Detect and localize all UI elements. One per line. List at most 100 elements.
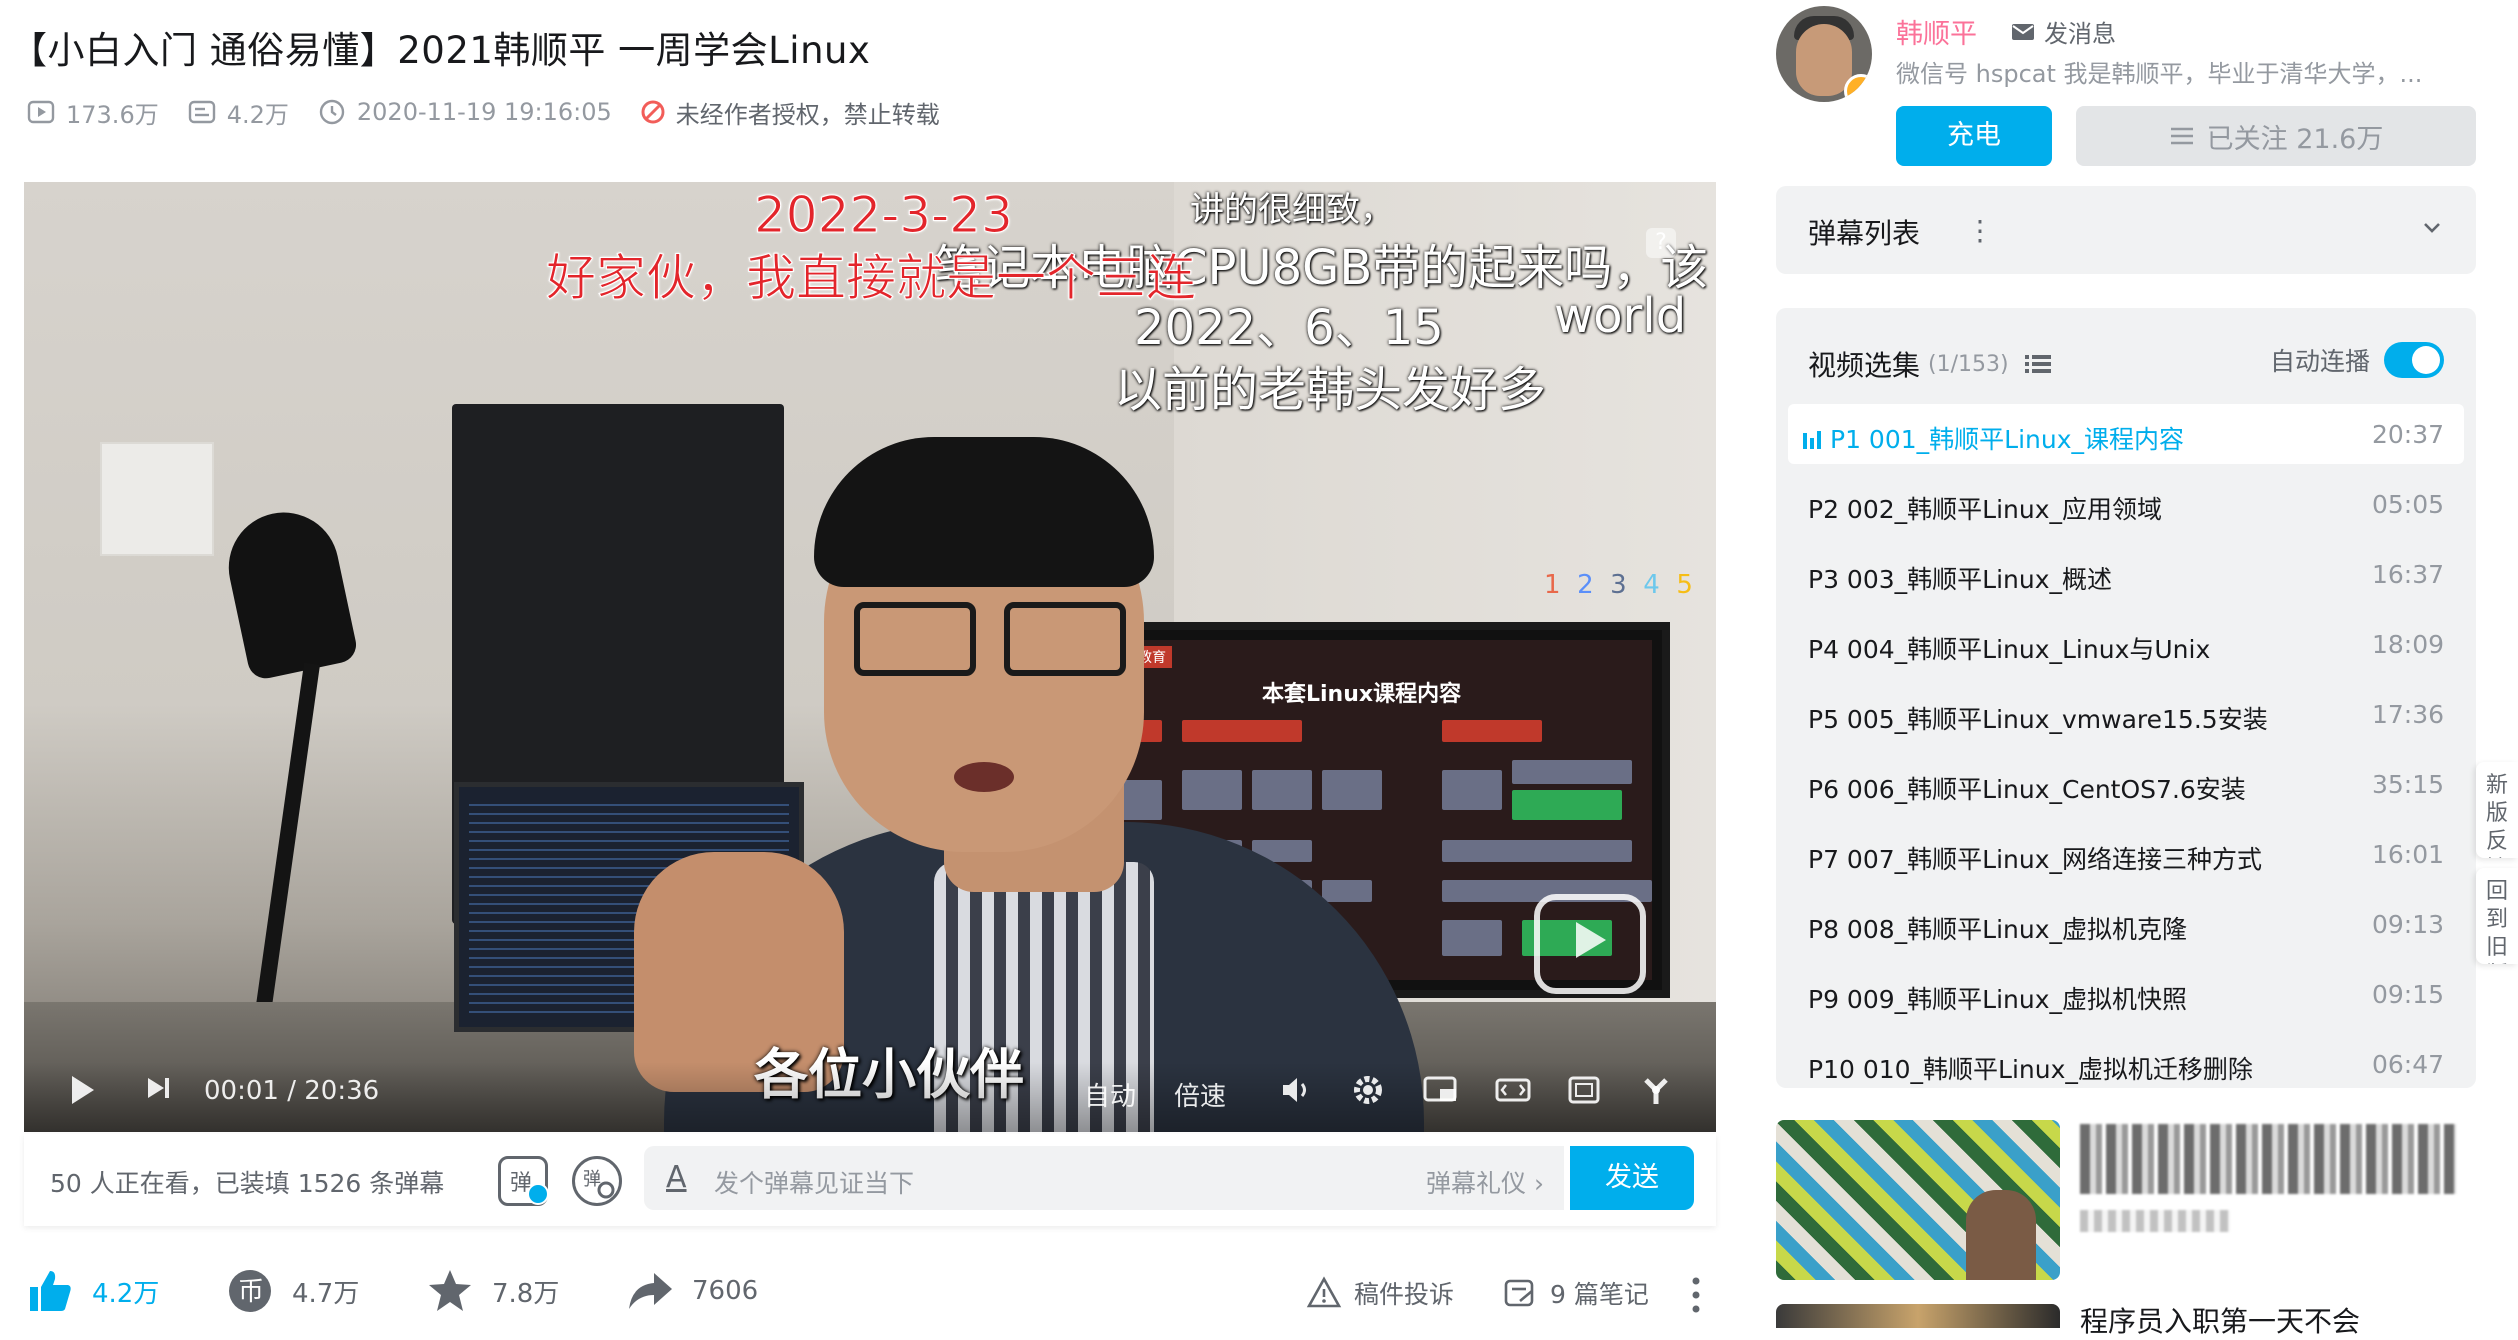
episode-item[interactable]: P9 009_韩顺平Linux_虚拟机快照 09:15 bbox=[1788, 964, 2464, 1024]
danmaku-settings-icon: 弹 bbox=[583, 1169, 615, 1199]
episode-item[interactable]: P2 002_韩顺平Linux_应用领域 05:05 bbox=[1788, 474, 2464, 534]
volume-button[interactable] bbox=[1278, 1072, 1314, 1108]
danmaku-item: 好家伙，我直接就是一个三连 bbox=[546, 249, 1197, 308]
time-current: 00:01 bbox=[204, 1076, 279, 1106]
number-strip: 1 2 3 4 5 bbox=[1544, 570, 1693, 600]
forbidden-icon bbox=[641, 100, 665, 124]
episode-item[interactable]: P7 007_韩顺平Linux_网络连接三种方式 16:01 bbox=[1788, 824, 2464, 884]
old-version-tab[interactable]: 回到旧版 bbox=[2476, 868, 2518, 964]
episode-item[interactable]: P6 006_韩顺平Linux_CentOS7.6安装 35:15 bbox=[1788, 754, 2464, 814]
clock-icon bbox=[319, 99, 345, 125]
font-style-icon[interactable]: A bbox=[666, 1160, 687, 1195]
danmaku-placeholder: 发个弹幕见证当下 bbox=[714, 1169, 915, 1198]
episode-item[interactable]: P4 004_韩顺平Linux_Linux与Unix 18:09 bbox=[1788, 614, 2464, 674]
presenter-glasses bbox=[854, 602, 1126, 676]
coin-count: 4.7万 bbox=[292, 1278, 360, 1309]
share-count: 7606 bbox=[692, 1276, 759, 1306]
auto-quality-button[interactable]: 自动 bbox=[1084, 1076, 1136, 1113]
svg-text:币: 币 bbox=[238, 1277, 264, 1307]
report-label: 稿件投诉 bbox=[1354, 1280, 1455, 1309]
uploader-description: 微信号 hspcat 我是韩顺平，毕业于清华大学，... bbox=[1896, 60, 2423, 88]
play-button[interactable] bbox=[64, 1072, 100, 1108]
settings-button[interactable] bbox=[1350, 1072, 1386, 1108]
coin-button[interactable]: 币 4.7万 bbox=[226, 1267, 359, 1315]
mail-icon bbox=[2012, 23, 2034, 40]
time-total: 20:36 bbox=[304, 1076, 380, 1106]
chevron-down-icon[interactable] bbox=[2418, 214, 2446, 242]
more-options-button[interactable] bbox=[1690, 1275, 1702, 1315]
lightning-badge-icon: ⚡ bbox=[1844, 74, 1872, 102]
widescreen-icon bbox=[1495, 1078, 1531, 1102]
recommend-title-blurred[interactable] bbox=[2080, 1124, 2456, 1194]
video-title: 【小白入门 通俗易懂】2021韩顺平 一周学会Linux bbox=[10, 29, 871, 72]
charge-button[interactable]: 充电 bbox=[1896, 106, 2052, 166]
copyright-notice: 未经作者授权，禁止转载 bbox=[640, 95, 940, 130]
danmaku-list-title: 弹幕列表 bbox=[1808, 217, 1921, 250]
danmaku-toggle[interactable]: 弹 bbox=[498, 1156, 549, 1206]
episode-item[interactable]: P10 010_韩顺平Linux_虚拟机迁移删除 06:47 bbox=[1788, 1034, 2464, 1088]
episode-list-header: 视频选集 (1/153) bbox=[1808, 344, 2053, 384]
star-icon bbox=[429, 1270, 471, 1311]
feedback-tab[interactable]: 新版反馈 bbox=[2476, 762, 2518, 858]
danmaku-etiquette-link[interactable]: 弹幕礼仪 › bbox=[1426, 1164, 1544, 1200]
send-button[interactable]: 发送 bbox=[1570, 1146, 1694, 1210]
favorite-count: 7.8万 bbox=[492, 1278, 560, 1309]
web-fullscreen-button[interactable] bbox=[1566, 1072, 1602, 1108]
send-message-link[interactable]: 发消息 bbox=[2010, 14, 2116, 49]
uploader-avatar[interactable]: ⚡ bbox=[1776, 6, 1872, 102]
speed-button[interactable]: 倍速 bbox=[1174, 1076, 1226, 1113]
list-view-icon[interactable] bbox=[2023, 351, 2053, 377]
recommend-thumbnail[interactable] bbox=[1776, 1304, 2060, 1328]
note-icon bbox=[1504, 1279, 1534, 1307]
episode-item[interactable]: P8 008_韩顺平Linux_虚拟机克隆 09:13 bbox=[1788, 894, 2464, 954]
danmaku-list-panel[interactable]: 弹幕列表 ⋮ bbox=[1776, 186, 2476, 274]
widescreen-button[interactable] bbox=[1494, 1072, 1532, 1108]
autoplay-switch[interactable] bbox=[2384, 342, 2444, 378]
episode-item[interactable]: P1 001_韩顺平Linux_课程内容 20:37 bbox=[1788, 404, 2464, 464]
more-vertical-icon bbox=[1692, 1277, 1700, 1313]
publish-time: 2020-11-19 19:16:05 bbox=[317, 97, 612, 127]
follow-button[interactable]: 已关注 21.6万 bbox=[2076, 106, 2476, 166]
fullscreen-button[interactable] bbox=[1638, 1072, 1674, 1108]
episode-list-title: 视频选集 bbox=[1808, 349, 1921, 382]
autoplay-toggle[interactable]: 自动连播 bbox=[2270, 342, 2444, 378]
check-icon bbox=[527, 1183, 549, 1205]
video-meta: 173.6万 4.2万 2020-11-19 19:16:05 未经作者授权，禁… bbox=[26, 92, 968, 132]
share-button[interactable]: 7606 bbox=[626, 1267, 758, 1315]
like-button[interactable]: 4.2万 bbox=[26, 1267, 159, 1315]
report-button[interactable]: 稿件投诉 bbox=[1306, 1275, 1454, 1311]
warning-icon bbox=[1306, 1276, 1342, 1308]
danmaku-send-bar: 50 人正在看，已装填 1526 条弹幕 弹 弹 A 发个弹幕见证当下 弹幕礼仪… bbox=[24, 1134, 1716, 1226]
play-icon bbox=[72, 1076, 94, 1104]
episode-item[interactable]: P3 003_韩顺平Linux_概述 16:37 bbox=[1788, 544, 2464, 604]
uploader-name[interactable]: 韩顺平 bbox=[1896, 12, 1977, 51]
episode-count: (1/153) bbox=[1928, 351, 2009, 377]
play-count-icon bbox=[27, 100, 55, 124]
share-icon bbox=[629, 1273, 672, 1309]
danmaku-settings-button[interactable]: 弹 bbox=[572, 1156, 622, 1206]
more-vertical-icon[interactable]: ⋮ bbox=[1966, 214, 1994, 247]
danmaku-count: 4.2万 bbox=[226, 100, 289, 129]
danmaku-input[interactable]: A 发个弹幕见证当下 弹幕礼仪 › bbox=[644, 1146, 1564, 1210]
video-player[interactable]: 韩顺平教育 本套Linux课程内容 1 2 bbox=[24, 182, 1716, 1132]
picture-in-picture-icon bbox=[1423, 1076, 1457, 1102]
watching-info: 50 人正在看，已装填 1526 条弹幕 bbox=[50, 1169, 445, 1198]
danmaku-item: 以前的老韩头发好多 bbox=[1114, 362, 1547, 418]
views-stat: 173.6万 bbox=[26, 95, 159, 130]
desk-lamp bbox=[218, 502, 360, 682]
recommend-thumbnail[interactable] bbox=[1776, 1120, 2060, 1280]
danmaku-item: 2022、6、15 bbox=[1134, 300, 1444, 356]
wall-switch bbox=[100, 442, 214, 556]
notes-button[interactable]: 9 篇笔记 bbox=[1502, 1275, 1649, 1311]
favorite-button[interactable]: 7.8万 bbox=[426, 1267, 559, 1315]
pip-button[interactable] bbox=[1422, 1072, 1460, 1108]
web-fullscreen-icon bbox=[1568, 1076, 1600, 1104]
episode-item[interactable]: P5 005_韩顺平Linux_vmware15.5安装 17:36 bbox=[1788, 684, 2464, 744]
recommend-title[interactable]: 程序员入职第一天不会 bbox=[2080, 1300, 2360, 1340]
danmaku-item: world bbox=[1554, 288, 1687, 344]
playing-bars-icon bbox=[1803, 431, 1821, 449]
danmaku-question-badge: ? bbox=[1646, 228, 1676, 258]
copyright-text: 未经作者授权，禁止转载 bbox=[675, 100, 940, 129]
volume-icon bbox=[1283, 1078, 1306, 1102]
next-button[interactable] bbox=[142, 1072, 174, 1104]
